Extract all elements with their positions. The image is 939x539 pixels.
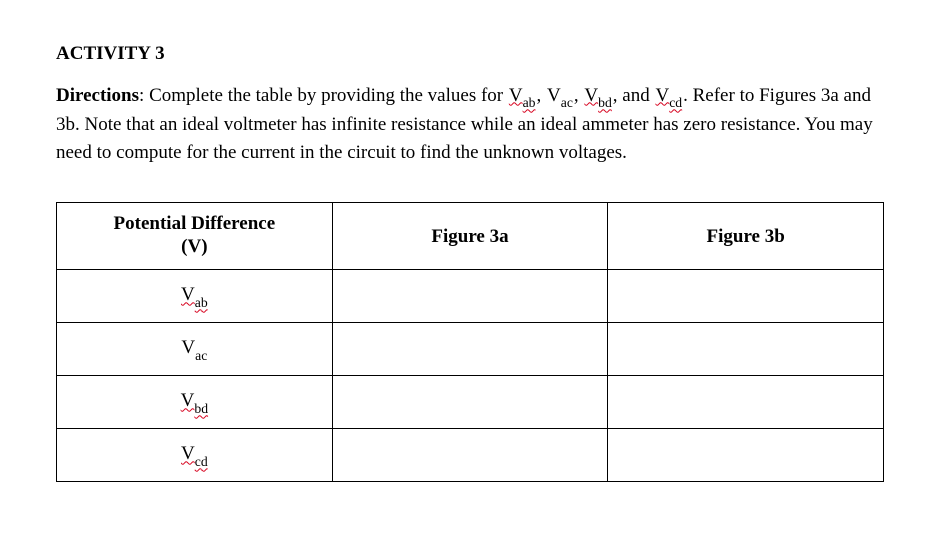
row-label-vcd: Vcd: [57, 429, 333, 482]
table-row: Vbd: [57, 376, 884, 429]
var-vcd: Vcd: [655, 82, 682, 112]
cell-vab-fig3b[interactable]: [608, 270, 884, 323]
var-vcd-main: V: [655, 85, 669, 106]
row-vac-main: V: [181, 337, 195, 358]
var-vac-main: V: [547, 85, 561, 106]
cell-vab-fig3a[interactable]: [332, 270, 608, 323]
row-vcd-main: V: [181, 443, 195, 464]
comma-1: ,: [537, 85, 547, 106]
directions-label: Directions: [56, 85, 139, 106]
row-label-vbd: Vbd: [57, 376, 333, 429]
var-vac: Vac: [547, 82, 573, 112]
row-vbd-main: V: [181, 390, 195, 411]
header-pd-line1: Potential Difference: [65, 213, 324, 236]
var-vab: Vab: [509, 82, 536, 112]
cell-vcd-fig3b[interactable]: [608, 429, 884, 482]
table-row: Vab: [57, 270, 884, 323]
header-figure-3a: Figure 3a: [332, 203, 608, 270]
row-vcd-sub: cd: [195, 454, 208, 469]
cell-vbd-fig3b[interactable]: [608, 376, 884, 429]
header-figure-3b: Figure 3b: [608, 203, 884, 270]
directions-paragraph: Directions: Complete the table by provid…: [56, 82, 883, 167]
table-row: Vac: [57, 323, 884, 376]
header-potential-difference: Potential Difference (V): [57, 203, 333, 270]
var-vac-sub: ac: [561, 95, 573, 110]
directions-sep: :: [139, 85, 149, 106]
row-vbd-sub: bd: [194, 401, 208, 416]
directions-text-a: Complete the table by providing the valu…: [149, 85, 508, 106]
cell-vcd-fig3a[interactable]: [332, 429, 608, 482]
period-1: .: [683, 85, 693, 106]
var-vab-main: V: [509, 85, 523, 106]
header-pd-line2: (V): [65, 236, 324, 259]
var-vab-sub: ab: [523, 95, 536, 110]
table-row: Vcd: [57, 429, 884, 482]
activity-title: ACTIVITY 3: [56, 40, 883, 68]
row-vab-sub: ab: [195, 295, 208, 310]
var-vcd-sub: cd: [669, 95, 682, 110]
cell-vac-fig3a[interactable]: [332, 323, 608, 376]
var-vbd-sub: bd: [598, 95, 612, 110]
cell-vac-fig3b[interactable]: [608, 323, 884, 376]
row-label-vab: Vab: [57, 270, 333, 323]
table-header-row: Potential Difference (V) Figure 3a Figur…: [57, 203, 884, 270]
row-vab-main: V: [181, 284, 195, 305]
comma-3: , and: [613, 85, 655, 106]
row-vac-sub: ac: [195, 348, 207, 363]
comma-2: ,: [574, 85, 584, 106]
row-label-vac: Vac: [57, 323, 333, 376]
voltage-table: Potential Difference (V) Figure 3a Figur…: [56, 202, 884, 482]
cell-vbd-fig3a[interactable]: [332, 376, 608, 429]
var-vbd-main: V: [584, 85, 598, 106]
var-vbd: Vbd: [584, 82, 611, 112]
